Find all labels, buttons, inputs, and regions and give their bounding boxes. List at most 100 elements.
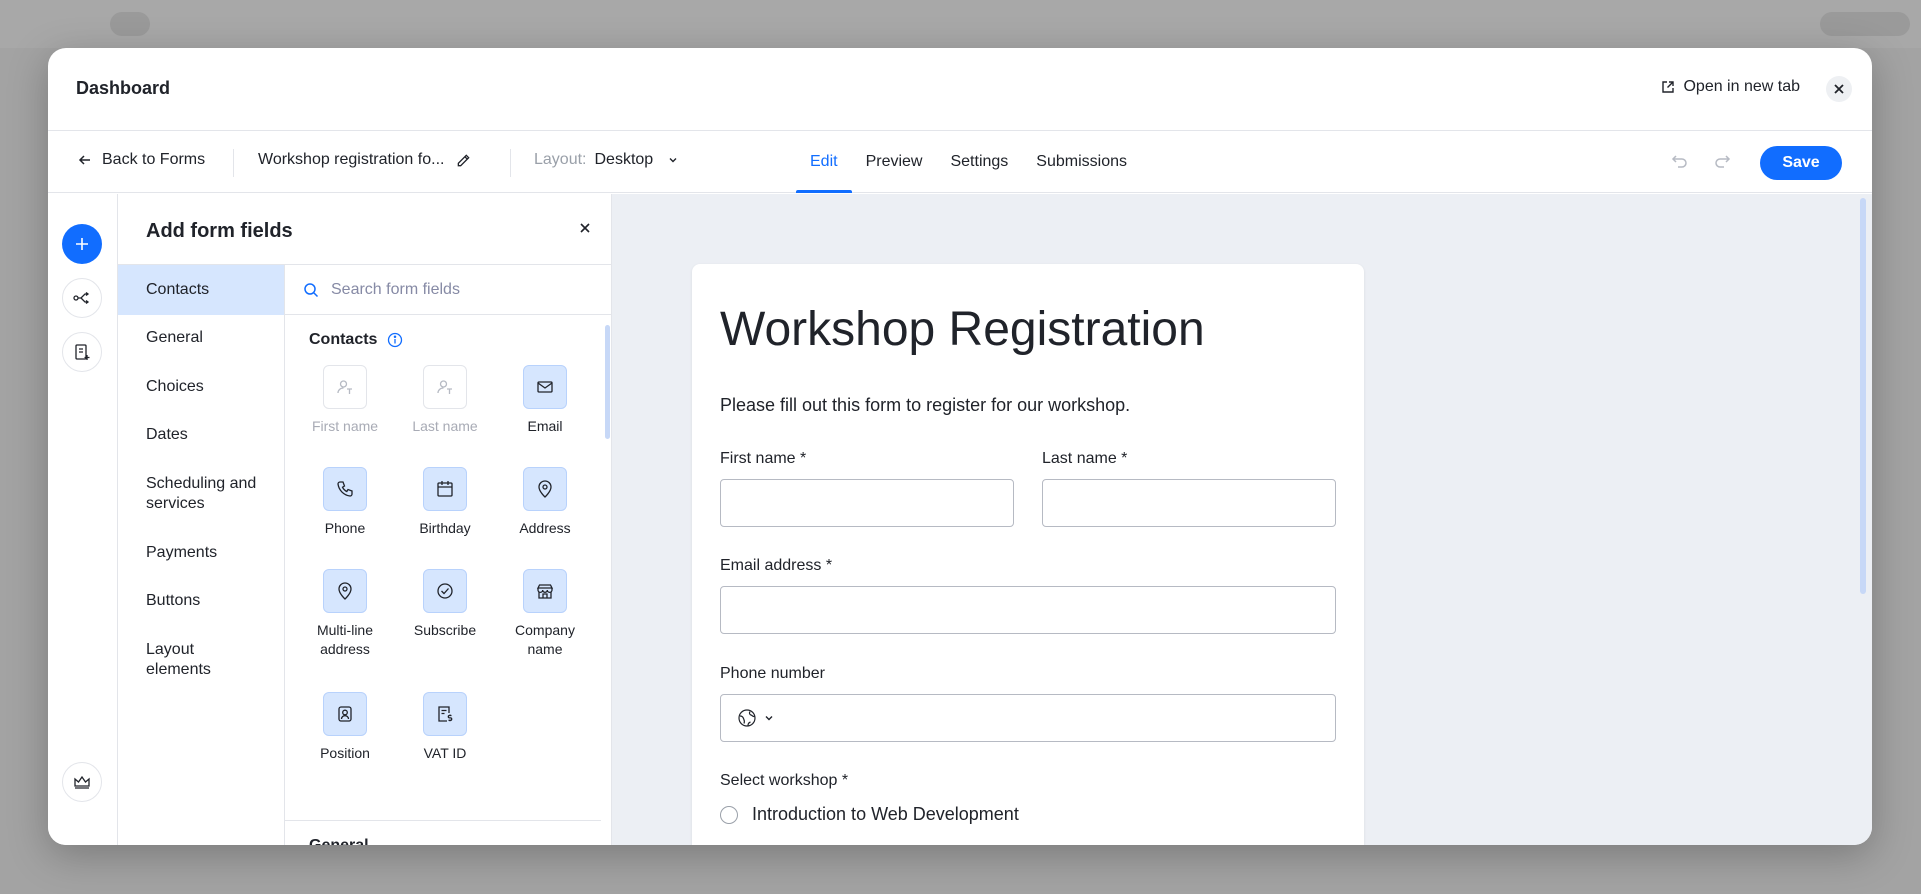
field-label: Email (527, 418, 563, 434)
arrow-left-icon (78, 155, 90, 165)
chevron-down-icon (765, 716, 773, 721)
email-address-field[interactable] (720, 586, 1336, 634)
envelope-icon (537, 381, 553, 393)
form-name: Workshop registration fo... (258, 151, 471, 169)
search-box (285, 265, 612, 315)
field-subscribe[interactable]: Subscribe (395, 569, 495, 640)
layout-dropdown[interactable]: Layout: Desktop (534, 151, 679, 169)
close-icon (1834, 84, 1844, 94)
field-birthday[interactable]: Birthday (395, 467, 495, 538)
plus-icon (76, 238, 88, 250)
background-shape (110, 12, 150, 36)
field-vat-id[interactable]: VAT ID (395, 692, 495, 763)
field-label: Birthday (419, 520, 471, 536)
contacts-section-header: Contacts (309, 331, 403, 349)
pencil-icon[interactable] (456, 153, 471, 168)
radio-button[interactable] (720, 805, 738, 824)
close-modal-button[interactable] (1826, 76, 1852, 102)
section-divider (285, 820, 601, 821)
field-company-name[interactable]: Company name (495, 569, 595, 659)
field-phone[interactable]: Phone (295, 467, 395, 538)
left-tool-rail (48, 194, 118, 845)
field-label: VAT ID (423, 745, 467, 761)
calendar-icon (437, 481, 453, 497)
phone-number-field[interactable] (720, 694, 1336, 742)
crown-icon (74, 775, 90, 789)
category-buttons[interactable]: Buttons (118, 591, 284, 611)
panel-scrollbar[interactable] (605, 325, 610, 439)
close-icon (580, 223, 590, 233)
premium-button[interactable] (62, 762, 102, 802)
tab-preview[interactable]: Preview (852, 131, 937, 193)
panel-body: Contacts General Choices Dates Schedulin… (118, 264, 612, 845)
location-pin-icon (338, 582, 352, 600)
category-general[interactable]: General (118, 328, 284, 348)
workshop-option-web-development[interactable]: Introduction to Web Development (720, 804, 1019, 825)
tab-submissions[interactable]: Submissions (1022, 131, 1141, 193)
form-preview-card[interactable]: Workshop Registration Please fill out th… (692, 264, 1364, 845)
save-button[interactable]: Save (1760, 146, 1842, 180)
field-label: Company name (515, 622, 575, 657)
toolbar-divider (510, 149, 511, 177)
country-code-selector[interactable] (737, 708, 775, 728)
last-name-field[interactable] (1042, 479, 1336, 527)
select-workshop-label: Select workshop * (720, 772, 849, 789)
category-payments[interactable]: Payments (118, 543, 284, 563)
modal-header: Dashboard Open in new tab (48, 48, 1872, 131)
page-add-icon (75, 344, 90, 360)
tab-settings[interactable]: Settings (936, 131, 1022, 193)
close-panel-button[interactable] (575, 218, 595, 238)
location-pin-icon (538, 480, 552, 498)
first-name-field[interactable] (720, 479, 1014, 527)
globe-icon (738, 709, 756, 727)
phone-icon (337, 481, 353, 497)
person-badge-icon (338, 706, 352, 722)
redo-icon[interactable] (1712, 151, 1732, 171)
category-scheduling-and-services[interactable]: Scheduling and services (118, 474, 266, 514)
form-canvas: Workshop Registration Please fill out th… (612, 194, 1872, 845)
search-form-fields-input[interactable] (331, 280, 591, 299)
contacts-section-title: Contacts (309, 331, 378, 348)
field-address[interactable]: Address (495, 467, 595, 538)
field-multi-line-address[interactable]: Multi-line address (295, 569, 395, 659)
tab-edit[interactable]: Edit (796, 131, 852, 193)
field-first-name[interactable]: First name (295, 365, 395, 436)
category-layout-elements[interactable]: Layout elements (118, 640, 234, 680)
field-label: Phone (324, 520, 366, 536)
add-fields-button[interactable] (62, 224, 102, 264)
modal-title: Dashboard (76, 78, 171, 98)
back-to-forms-button[interactable]: Back to Forms (78, 151, 205, 169)
phone-number-label: Phone number (720, 665, 825, 682)
back-to-forms-label: Back to Forms (102, 151, 206, 168)
field-position[interactable]: Position (295, 692, 395, 763)
search-icon (304, 282, 319, 297)
layout-label: Layout: (534, 151, 587, 168)
field-label: Multi-line address (316, 622, 373, 657)
category-dates[interactable]: Dates (118, 425, 284, 445)
external-link-icon (1662, 81, 1675, 93)
field-category-list: Contacts General Choices Dates Schedulin… (118, 265, 285, 845)
automations-button[interactable] (62, 278, 102, 318)
background-top-bar (0, 0, 1921, 48)
form-name-text: Workshop registration fo... (258, 151, 445, 168)
form-editor-modal: Dashboard Open in new tab Back to Forms … (48, 48, 1872, 845)
workshop-option-label: Introduction to Web Development (752, 804, 1019, 824)
open-in-new-tab-link[interactable]: Open in new tab (1661, 78, 1800, 96)
form-heading[interactable]: Workshop Registration (720, 302, 1205, 357)
undo-redo-group (1670, 151, 1732, 171)
field-email[interactable]: Email (495, 365, 595, 436)
info-icon[interactable] (387, 332, 403, 348)
canvas-scrollbar[interactable] (1860, 198, 1866, 594)
undo-icon[interactable] (1670, 151, 1690, 171)
category-contacts[interactable]: Contacts (118, 265, 284, 315)
chevron-down-icon (669, 158, 677, 163)
first-name-label: First name * (720, 450, 807, 467)
form-description[interactable]: Please fill out this form to register fo… (720, 395, 1130, 416)
add-page-button[interactable] (62, 332, 102, 372)
person-text-icon (437, 380, 452, 394)
invoice-dollar-icon (438, 706, 453, 722)
category-choices[interactable]: Choices (118, 377, 284, 397)
branch-icon (73, 291, 90, 305)
editor-tabs: Edit Preview Settings Submissions (796, 131, 1141, 193)
field-last-name[interactable]: Last name (395, 365, 495, 436)
